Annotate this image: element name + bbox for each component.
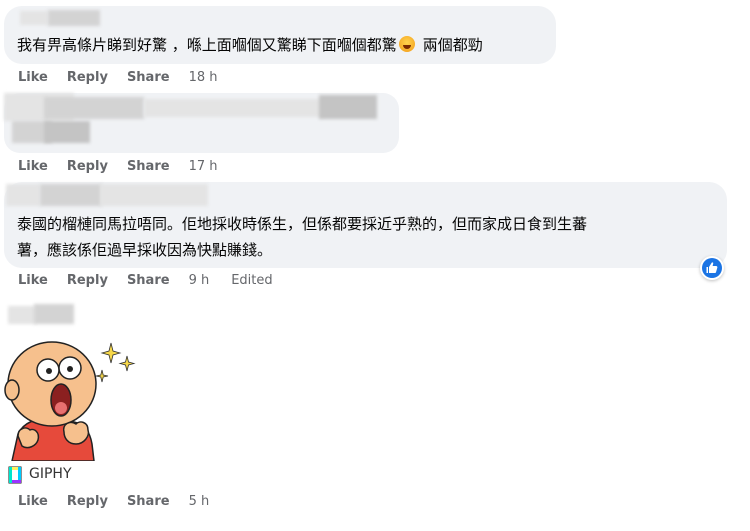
blurred-comment-text — [44, 97, 144, 119]
giphy-attribution[interactable]: GIPHY — [8, 465, 88, 485]
reply-link[interactable]: Reply — [67, 159, 108, 174]
comment-timestamp[interactable]: 5 h — [189, 494, 210, 509]
reply-link[interactable]: Reply — [67, 70, 108, 85]
blurred-comment-text — [319, 95, 377, 119]
comment-actions: Like Reply Share 9 h Edited — [18, 273, 273, 288]
like-link[interactable]: Like — [18, 273, 48, 288]
blurred-author-name — [48, 10, 100, 26]
share-link[interactable]: Share — [127, 273, 170, 288]
blurred-author-name — [20, 11, 48, 25]
like-link[interactable]: Like — [18, 159, 48, 174]
comment-text-line: 薯，應該係佢過早採收因為快點賺錢。 — [17, 241, 273, 259]
comment-actions: Like Reply Share 5 h — [18, 494, 231, 509]
comment-actions: Like Reply Share 17 h — [18, 159, 239, 174]
sparkle-icon — [118, 355, 136, 372]
comment-text: 我有畀高條片睇到好驚 ，喺上面嗰個又驚睇下面嗰個都驚 兩個都勁 — [17, 32, 483, 59]
like-link[interactable]: Like — [18, 494, 48, 509]
giphy-logo-icon — [8, 466, 22, 484]
reaction-badge[interactable] — [700, 256, 724, 280]
blurred-author-name — [8, 306, 36, 324]
comment-timestamp[interactable]: 9 h — [189, 273, 210, 288]
reply-link[interactable]: Reply — [67, 494, 108, 509]
share-link[interactable]: Share — [127, 159, 170, 174]
comment-text-after-emoji: 兩個都勁 — [422, 36, 483, 54]
blurred-author-name — [6, 184, 40, 206]
rofl-emoji-icon — [398, 36, 415, 52]
edited-label[interactable]: Edited — [231, 273, 272, 288]
comment-bubble — [4, 93, 399, 153]
surprised-man-gif[interactable] — [4, 336, 144, 461]
sparkle-icon — [95, 369, 109, 383]
giphy-label: GIPHY — [29, 466, 72, 482]
share-link[interactable]: Share — [127, 494, 170, 509]
blurred-comment-text — [144, 99, 324, 117]
thumbs-up-icon — [702, 258, 722, 278]
like-link[interactable]: Like — [18, 70, 48, 85]
blurred-author-name — [100, 184, 208, 206]
blurred-comment-text — [44, 121, 90, 143]
comment-text-main: 我有畀高條片睇到好驚 ，喺上面嗰個又驚睇下面嗰個都驚 — [17, 36, 397, 54]
comment-timestamp[interactable]: 17 h — [189, 159, 218, 174]
blurred-author-name — [40, 184, 102, 206]
sparkle-icon — [100, 342, 122, 364]
comment-timestamp[interactable]: 18 h — [189, 70, 218, 85]
reply-link[interactable]: Reply — [67, 273, 108, 288]
comment-actions: Like Reply Share 18 h — [18, 70, 239, 85]
comment-text-line: 泰國的榴槤同馬拉唔同。佢地採收時係生，但係都要採近乎熟的，但而家成日食到生蕃 — [17, 215, 588, 233]
blurred-author-name — [34, 304, 74, 324]
share-link[interactable]: Share — [127, 70, 170, 85]
